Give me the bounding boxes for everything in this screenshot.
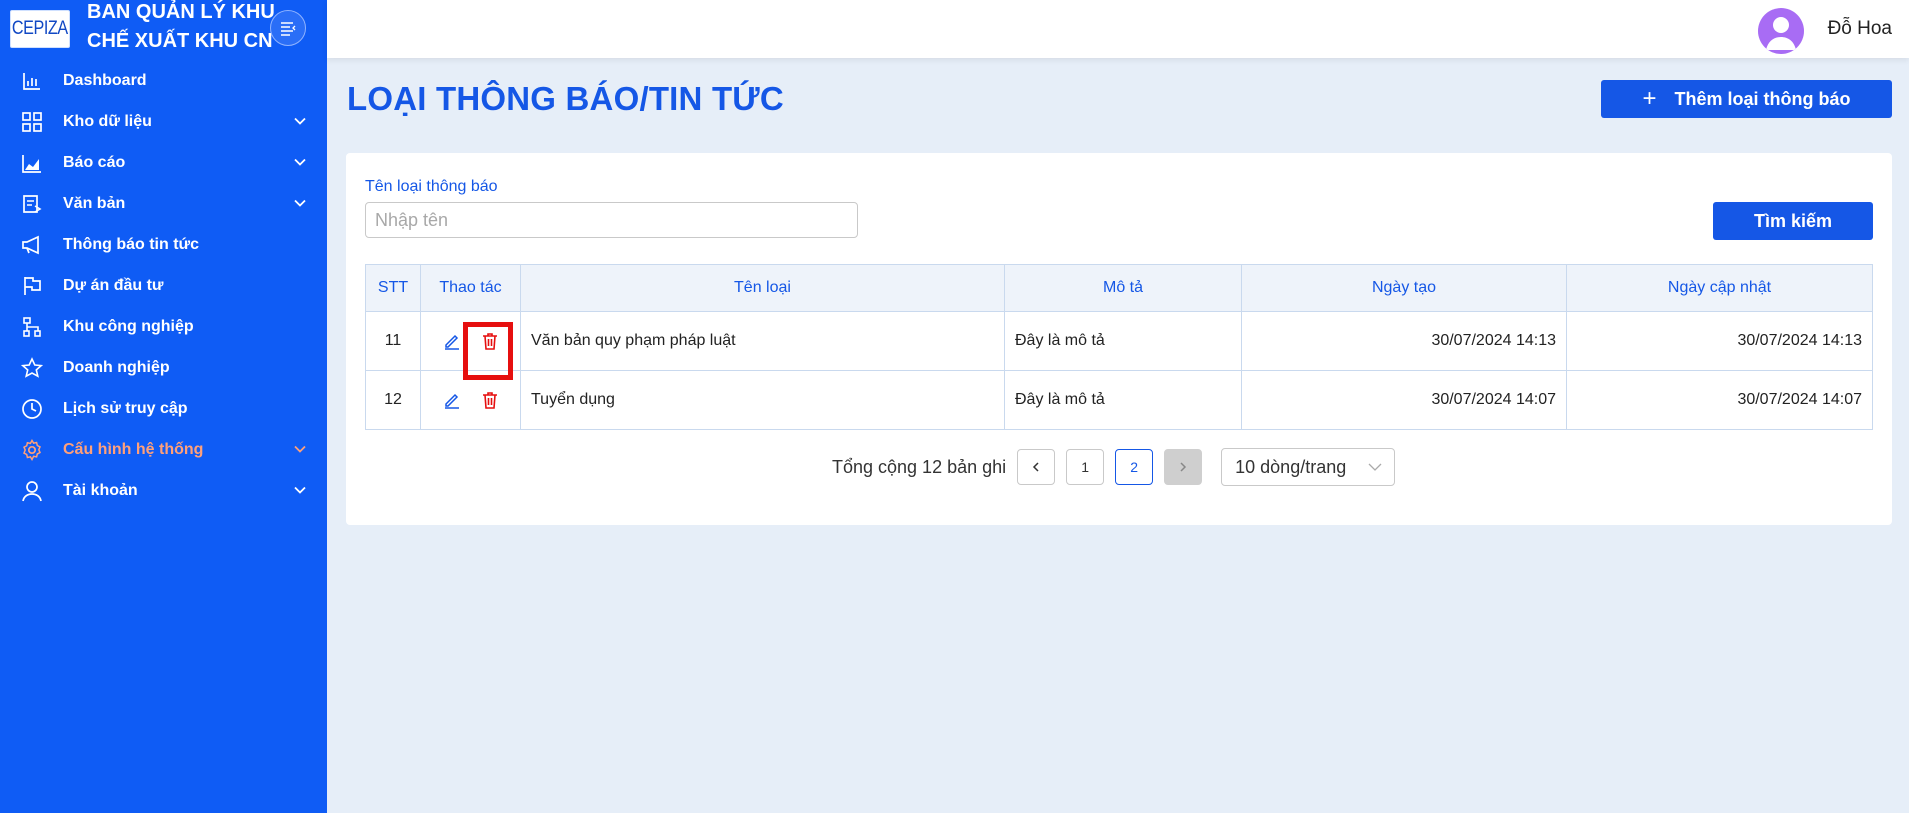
brand-line-2: CHẾ XUẤT KHU CN <box>87 30 273 52</box>
gear-icon <box>20 438 44 462</box>
sidebar-item-label: Khu công nghiệp <box>63 317 194 335</box>
sidebar-collapse-button[interactable] <box>270 10 306 46</box>
cell-updated: 30/07/2024 14:07 <box>1566 370 1873 430</box>
chevron-down-icon <box>294 199 306 207</box>
brand-title: BAN QUẢN LÝ KHU CHẾ XUẤT KHU CN <box>87 0 277 56</box>
edit-icon[interactable] <box>440 329 464 353</box>
cell-actions <box>420 311 521 380</box>
column-header-actions: Thao tác <box>420 264 521 312</box>
sidebar-item-du-an-dau-tu[interactable]: Dự án đầu tư <box>0 265 327 306</box>
next-page-button[interactable] <box>1164 449 1203 485</box>
delete-highlight-box <box>463 322 513 380</box>
star-icon <box>20 356 44 380</box>
edit-icon[interactable] <box>440 388 464 412</box>
chevron-left-icon <box>1033 462 1039 472</box>
content-card: Tên loại thông báo Tìm kiếm STT Thao tác… <box>346 153 1892 525</box>
sidebar-item-doanh-nghiep[interactable]: Doanh nghiệp <box>0 347 327 388</box>
page-button-1[interactable]: 1 <box>1066 449 1105 485</box>
filter-label: Tên loại thông báo <box>365 178 498 195</box>
sidebar-item-label: Thông báo tin tức <box>63 235 200 253</box>
sidebar-item-bao-cao[interactable]: Báo cáo <box>0 142 327 183</box>
avatar[interactable] <box>1758 8 1804 54</box>
column-header-updated: Ngày cập nhật <box>1566 264 1873 312</box>
table-row: 11 Văn bản quy phạm pháp luật Đây là mô … <box>365 311 1873 380</box>
sidebar-item-thong-bao-tin-tuc[interactable]: Thông báo tin tức <box>0 224 327 265</box>
pagination: Tổng cộng 12 bản ghi 1 2 10 dòng/trang <box>832 447 1396 487</box>
sidebar-item-van-ban[interactable]: Văn bản <box>0 183 327 224</box>
sidebar-item-tai-khoan[interactable]: Tài khoản <box>0 470 327 511</box>
megaphone-icon <box>20 233 44 257</box>
search-button[interactable]: Tìm kiếm <box>1713 202 1873 240</box>
sidebar-item-label: Doanh nghiệp <box>63 358 170 376</box>
cell-name: Tuyển dụng <box>520 370 1005 430</box>
add-notification-type-button[interactable]: + Thêm loại thông báo <box>1601 80 1892 118</box>
sidebar-menu: Dashboard Kho dữ liệu Báo cáo Văn bản Th… <box>0 60 327 511</box>
sidebar-item-label: Kho dữ liệu <box>63 112 152 130</box>
prev-page-button[interactable] <box>1017 449 1056 485</box>
document-icon <box>20 192 44 216</box>
user-icon <box>20 479 44 503</box>
page-title: LOẠI THÔNG BÁO/TIN TỨC <box>347 80 784 117</box>
page-size-select[interactable]: 10 dòng/trang <box>1221 448 1396 486</box>
column-header-stt: STT <box>365 264 421 312</box>
flag-icon <box>20 274 44 298</box>
bar-chart-icon <box>20 69 44 93</box>
grid-icon <box>20 110 44 134</box>
sidebar-item-label: Lịch sử truy cập <box>63 399 188 417</box>
cell-name: Văn bản quy phạm pháp luật <box>520 311 1005 371</box>
total-records: Tổng cộng 12 bản ghi <box>832 456 1007 477</box>
chevron-down-icon <box>1368 463 1382 471</box>
menu-collapse-icon <box>281 22 296 36</box>
sidebar: CEPIZA BAN QUẢN LÝ KHU CHẾ XUẤT KHU CN D… <box>0 0 327 813</box>
sidebar-item-cau-hinh-he-thong[interactable]: Cấu hình hệ thống <box>0 429 327 470</box>
chevron-down-icon <box>294 486 306 494</box>
name-search-input[interactable] <box>365 202 858 238</box>
area-chart-icon <box>20 151 44 175</box>
sitemap-icon <box>20 315 44 339</box>
page-button-2[interactable]: 2 <box>1115 449 1154 485</box>
chevron-down-icon <box>294 117 306 125</box>
cell-description: Đây là mô tả <box>1004 370 1242 430</box>
cell-stt: 12 <box>365 370 421 430</box>
sidebar-item-label: Tài khoản <box>63 481 138 499</box>
logo-text: CEPIZA <box>12 18 68 39</box>
add-button-label: Thêm loại thông báo <box>1674 88 1851 109</box>
sidebar-item-label: Báo cáo <box>63 153 126 171</box>
sidebar-item-lich-su-truy-cap[interactable]: Lịch sử truy cập <box>0 388 327 429</box>
cell-description: Đây là mô tả <box>1004 311 1242 371</box>
chevron-down-icon <box>294 445 306 453</box>
clock-icon <box>20 397 44 421</box>
sidebar-item-dashboard[interactable]: Dashboard <box>0 60 327 101</box>
plus-icon: + <box>1642 85 1657 112</box>
column-header-created: Ngày tạo <box>1241 264 1567 312</box>
cell-updated: 30/07/2024 14:13 <box>1566 311 1873 371</box>
cell-created: 30/07/2024 14:07 <box>1241 370 1567 430</box>
sidebar-item-label: Dashboard <box>63 71 147 89</box>
trash-icon[interactable] <box>478 388 502 412</box>
cell-stt: 11 <box>365 311 421 371</box>
brand-line-1: BAN QUẢN LÝ KHU <box>87 1 275 23</box>
cell-created: 30/07/2024 14:13 <box>1241 311 1567 371</box>
username[interactable]: Đỗ Hoa <box>1828 18 1892 40</box>
sidebar-item-khu-cong-nghiep[interactable]: Khu công nghiệp <box>0 306 327 347</box>
sidebar-item-kho-du-lieu[interactable]: Kho dữ liệu <box>0 101 327 142</box>
column-header-description: Mô tả <box>1004 264 1242 312</box>
chevron-right-icon <box>1180 462 1187 472</box>
sidebar-item-label: Cấu hình hệ thống <box>63 440 204 458</box>
chevron-down-icon <box>294 158 306 166</box>
sidebar-item-label: Văn bản <box>63 194 126 212</box>
logo: CEPIZA <box>10 10 70 48</box>
table-header-row: STT Thao tác Tên loại Mô tả Ngày tạo Ngà… <box>365 264 1873 312</box>
column-header-name: Tên loại <box>520 264 1005 312</box>
sidebar-item-label: Dự án đầu tư <box>63 276 164 294</box>
table-row: 12 Tuyển dụng Đây là mô tả 30/07/2024 14… <box>365 370 1873 430</box>
top-header: Đỗ Hoa <box>327 0 1909 58</box>
page-size-value: 10 dòng/trang <box>1235 456 1347 477</box>
user-avatar-icon <box>1766 17 1796 50</box>
data-table: STT Thao tác Tên loại Mô tả Ngày tạo Ngà… <box>365 264 1873 430</box>
